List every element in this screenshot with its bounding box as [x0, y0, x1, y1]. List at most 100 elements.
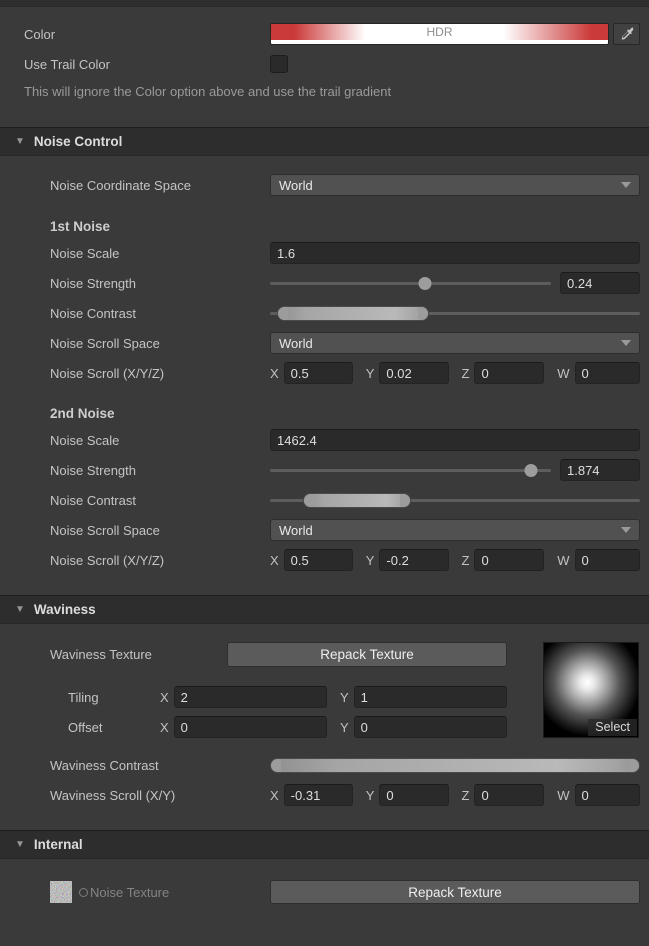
color-label: Color [24, 26, 56, 42]
foldout-arrow-icon[interactable]: ▼ [15, 839, 25, 850]
noise-coordinate-space-dropdown[interactable]: World [270, 174, 640, 196]
axis-label-z: Z [461, 787, 470, 803]
waviness-header[interactable]: ▼ Waviness [0, 595, 649, 624]
chevron-down-icon [621, 340, 631, 346]
waviness-texture-preview[interactable]: Select [543, 642, 639, 738]
slider-track [270, 282, 551, 285]
axis-label-x: X [160, 689, 169, 705]
first-noise-subheader: 1st Noise [50, 219, 111, 234]
noise2-contrast-label: Noise Contrast [50, 492, 136, 508]
noise1-scroll-label: Noise Scroll (X/Y/Z) [50, 365, 165, 381]
waviness-texture-label: Waviness Texture [50, 647, 152, 662]
noise1-scroll-space-dropdown[interactable]: World [270, 332, 640, 354]
waviness-contrast-minmax-slider[interactable] [270, 754, 640, 776]
noise1-scroll-x-input[interactable] [283, 362, 353, 384]
waviness-scroll-y-input[interactable] [379, 784, 449, 806]
max-handle[interactable] [629, 759, 639, 772]
noise2-scroll-y-input[interactable] [379, 549, 449, 571]
color-gradient-preview: HDR [271, 24, 608, 40]
axis-label-x: X [270, 552, 279, 568]
minmax-range-bar[interactable] [277, 306, 430, 321]
minmax-range-bar[interactable] [303, 493, 411, 508]
noise1-scale-row: Noise Scale [50, 242, 640, 264]
axis-label-y: Y [365, 365, 375, 381]
axis-label-z: Z [461, 365, 470, 381]
axis-label-z: Z [461, 552, 470, 568]
axis-label-y: Y [365, 787, 375, 803]
internal-repack-texture-button[interactable]: Repack Texture [270, 880, 640, 904]
object-picker-dot-icon [79, 887, 88, 897]
internal-title: Internal [33, 837, 83, 852]
noise2-scroll-space-row: Noise Scroll Space World [50, 519, 640, 541]
noise-texture-label: Noise Texture [90, 884, 170, 900]
waviness-contrast-row: Waviness Contrast [50, 754, 640, 776]
noise2-scale-input[interactable] [270, 429, 640, 451]
noise-coordinate-space-row: Noise Coordinate Space World [50, 174, 640, 196]
noise1-scroll-z-input[interactable] [474, 362, 545, 384]
axis-label-y: Y [365, 552, 375, 568]
noise1-strength-input[interactable] [560, 272, 640, 294]
noise1-scroll-w-input[interactable] [574, 362, 640, 384]
waviness-scroll-w-input[interactable] [574, 784, 640, 806]
slider-handle[interactable] [524, 464, 538, 477]
noise2-scroll-x-input[interactable] [283, 549, 353, 571]
foldout-arrow-icon[interactable]: ▼ [15, 136, 25, 147]
tiling-label: Tiling [68, 689, 99, 705]
axis-label-w: W [557, 787, 570, 803]
noise1-scroll-y-input[interactable] [379, 362, 449, 384]
noise2-scroll-w-input[interactable] [574, 549, 640, 571]
noise1-scale-input[interactable] [270, 242, 640, 264]
chevron-down-icon [621, 182, 631, 188]
color-alpha-bar [271, 40, 608, 44]
waviness-scroll-x-input[interactable] [283, 784, 353, 806]
use-trail-color-label: Use Trail Color [24, 56, 110, 72]
tiling-row: Tiling X Y [50, 686, 507, 708]
eyedropper-button[interactable] [613, 23, 640, 45]
max-handle[interactable] [399, 494, 410, 507]
noise1-scale-label: Noise Scale [50, 245, 120, 261]
waviness-scroll-label: Waviness Scroll (X/Y) [50, 787, 176, 803]
repack-texture-button[interactable]: Repack Texture [227, 642, 507, 667]
texture-select-button[interactable]: Select [588, 719, 637, 736]
offset-row: Offset X Y [50, 716, 507, 738]
noise2-scale-row: Noise Scale [50, 429, 640, 451]
noise-texture-thumbnail[interactable] [50, 881, 72, 903]
foldout-arrow-icon[interactable]: ▼ [15, 604, 25, 615]
min-handle[interactable] [278, 307, 289, 320]
noise1-scroll-space-label: Noise Scroll Space [50, 335, 160, 351]
noise-control-title: Noise Control [33, 134, 123, 149]
slider-handle[interactable] [418, 277, 432, 290]
noise2-scroll-space-dropdown[interactable]: World [270, 519, 640, 541]
max-handle[interactable] [418, 307, 429, 320]
noise2-strength-input[interactable] [560, 459, 640, 481]
noise1-contrast-minmax-slider[interactable] [270, 302, 640, 324]
noise2-contrast-row: Noise Contrast [50, 489, 640, 511]
noise2-scroll-z-input[interactable] [474, 549, 545, 571]
noise1-scroll-space-value: World [279, 335, 313, 351]
use-trail-color-checkbox[interactable] [270, 55, 288, 73]
second-noise-subheader: 2nd Noise [50, 406, 115, 421]
noise1-strength-slider[interactable] [270, 272, 551, 294]
offset-x-input[interactable] [173, 716, 327, 738]
axis-label-w: W [557, 365, 570, 381]
slider-track [270, 469, 551, 472]
noise-control-header[interactable]: ▼ Noise Control [0, 127, 649, 156]
tiling-y-input[interactable] [353, 686, 507, 708]
noise-coordinate-space-value: World [279, 177, 313, 193]
use-trail-color-row: Use Trail Color [24, 53, 640, 75]
internal-header[interactable]: ▼ Internal [0, 830, 649, 859]
tiling-x-input[interactable] [173, 686, 327, 708]
noise2-contrast-minmax-slider[interactable] [270, 489, 640, 511]
minmax-range-bar[interactable] [270, 758, 640, 773]
axis-label-y: Y [340, 689, 349, 705]
noise2-strength-slider[interactable] [270, 459, 551, 481]
color-gradient-field[interactable]: HDR [270, 23, 609, 45]
min-handle[interactable] [304, 494, 315, 507]
noise1-scroll-row: Noise Scroll (X/Y/Z) X Y Z W [50, 362, 640, 384]
axis-label-x: X [160, 719, 169, 735]
chevron-down-icon [621, 527, 631, 533]
waviness-scroll-z-input[interactable] [474, 784, 545, 806]
hdr-badge: HDR [426, 25, 453, 39]
min-handle[interactable] [271, 759, 281, 772]
offset-y-input[interactable] [353, 716, 507, 738]
